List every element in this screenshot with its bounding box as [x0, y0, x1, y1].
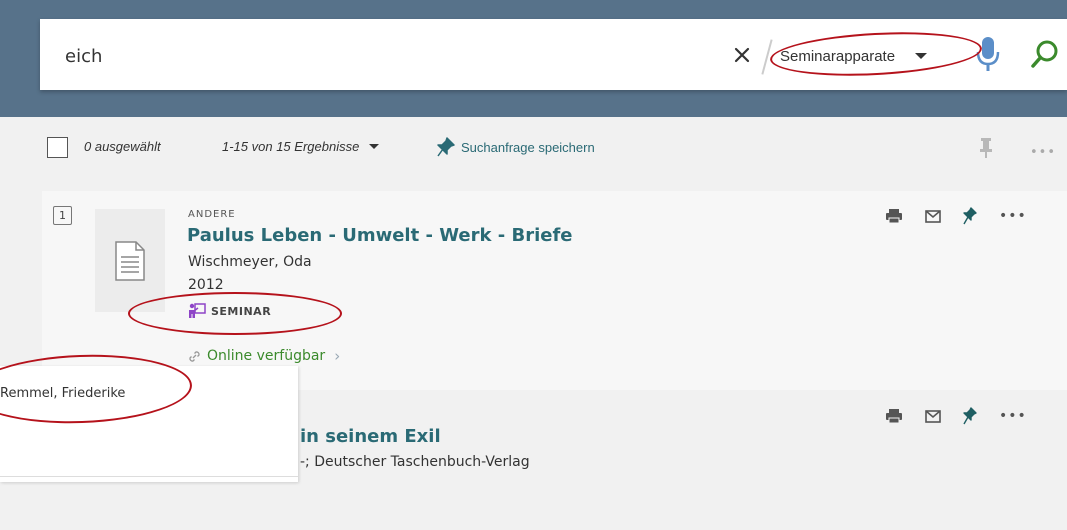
- chevron-right-icon: ›: [334, 347, 341, 365]
- online-label: Online verfügbar: [207, 348, 326, 364]
- more-options-icon[interactable]: •••: [999, 408, 1027, 424]
- selected-count: 0 ausgewählt: [84, 139, 161, 154]
- search-divider: [761, 39, 773, 75]
- online-availability-link[interactable]: Online verfügbar ›: [188, 347, 340, 365]
- email-icon[interactable]: [925, 209, 941, 223]
- result-card[interactable]: 1 ANDERE Paulus Leben - Umwelt - Werk - …: [42, 191, 1067, 390]
- seminar-icon: [189, 303, 206, 318]
- pin-icon[interactable]: [978, 137, 994, 159]
- divider: [0, 476, 298, 477]
- scope-dropdown[interactable]: Seminarapparate: [780, 43, 928, 69]
- scope-label: Seminarapparate: [780, 47, 896, 65]
- result-actions: •••: [885, 207, 1027, 225]
- overlay-item[interactable]: Remmel, Friederike: [0, 386, 125, 401]
- seminar-label: SEMINAR: [211, 304, 272, 318]
- save-query-label: Suchanfrage speichern: [461, 139, 595, 155]
- caret-down-icon: [915, 53, 928, 59]
- seminar-badge: SEMINAR: [188, 303, 271, 319]
- pin-icon[interactable]: [963, 207, 977, 225]
- result-title[interactable]: in seinem Exil: [300, 426, 441, 447]
- resource-type: ANDERE: [188, 209, 236, 220]
- result-author: -; Deutscher Taschenbuch-Verlag: [300, 454, 530, 470]
- result-number: 1: [53, 206, 72, 225]
- print-icon[interactable]: [885, 208, 903, 224]
- email-icon[interactable]: [925, 409, 941, 423]
- more-options-icon[interactable]: •••: [999, 208, 1027, 224]
- close-icon[interactable]: [730, 43, 754, 67]
- pin-icon[interactable]: [963, 407, 977, 425]
- search-bar: Seminarapparate: [40, 19, 1067, 90]
- save-query-button[interactable]: Suchanfrage speichern: [437, 137, 595, 157]
- result-year: 2012: [188, 277, 224, 293]
- link-icon: [189, 350, 200, 362]
- caret-down-icon: [369, 144, 380, 149]
- results-toolbar: 0 ausgewählt 1-15 von 15 Ergebnisse Such…: [0, 117, 1067, 175]
- result-title[interactable]: Paulus Leben - Umwelt - Werk - Briefe: [187, 225, 573, 246]
- pin-icon: [437, 137, 455, 157]
- search-icon[interactable]: [1030, 39, 1060, 71]
- document-icon: [115, 240, 145, 281]
- document-thumbnail[interactable]: [95, 209, 165, 312]
- result-actions: •••: [885, 407, 1027, 425]
- results-range-dropdown[interactable]: 1-15 von 15 Ergebnisse: [222, 139, 380, 154]
- result-author: Wischmeyer, Oda: [188, 254, 312, 270]
- more-options-icon[interactable]: •••: [1030, 145, 1056, 160]
- overlay-panel: Remmel, Friederike: [0, 366, 298, 482]
- select-all-checkbox[interactable]: [47, 137, 68, 158]
- results-range-label: 1-15 von 15 Ergebnisse: [222, 139, 360, 154]
- microphone-icon[interactable]: [975, 35, 1001, 73]
- search-input[interactable]: [65, 41, 565, 71]
- print-icon[interactable]: [885, 408, 903, 424]
